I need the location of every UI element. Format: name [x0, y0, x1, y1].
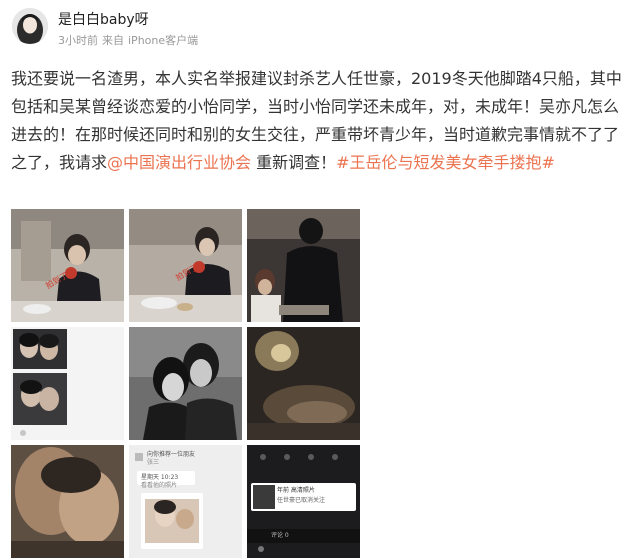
image-grid: 拍到了 拍到了 向你推荐一位朋友 张三 星期天 10:23 看看他的照片 年前 …	[11, 209, 360, 558]
post-meta: 3小时前 来自 iPhone客户端	[58, 32, 202, 48]
post-image[interactable]: 拍到了	[129, 209, 242, 322]
post-image[interactable]: 向你推荐一位朋友 张三 星期天 10:23 看看他的照片	[129, 445, 242, 558]
post-image[interactable]	[11, 445, 124, 558]
post-image[interactable]: 年前 高清照片 任世豪已取消关注 评论 0	[247, 445, 360, 558]
app-line: 年前 高清照片	[277, 487, 315, 494]
post-text-part: 重新调查！	[251, 153, 337, 172]
post-source[interactable]: iPhone客户端	[128, 34, 198, 47]
chat-line: 看看他的照片	[141, 482, 178, 489]
post-image[interactable]	[129, 327, 242, 440]
post-header: 是白白baby呀 3小时前 来自 iPhone客户端	[12, 8, 612, 48]
hashtag-link[interactable]: #王岳伦与短发美女牵手搂抱#	[336, 153, 555, 172]
post-image[interactable]: 拍到了	[11, 209, 124, 322]
avatar[interactable]	[12, 8, 48, 44]
chat-line: 张三	[147, 459, 160, 466]
post-image[interactable]	[247, 327, 360, 440]
app-line: 评论 0	[271, 532, 289, 539]
post-image[interactable]	[11, 327, 124, 440]
chat-line: 星期天 10:23	[141, 474, 179, 481]
chat-line: 向你推荐一位朋友	[147, 451, 196, 458]
post-time[interactable]: 3小时前	[58, 34, 98, 47]
app-line: 任世豪已取消关注	[277, 497, 326, 504]
mention-link[interactable]: @中国演出行业协会	[107, 153, 251, 172]
author-name[interactable]: 是白白baby呀	[58, 9, 149, 29]
post-image[interactable]	[247, 209, 360, 322]
source-prefix: 来自	[102, 34, 124, 47]
post-body: 我还要说一名渣男，本人实名举报建议封杀艺人任世豪，2019冬天他脚踏4只船，其中…	[11, 65, 629, 177]
